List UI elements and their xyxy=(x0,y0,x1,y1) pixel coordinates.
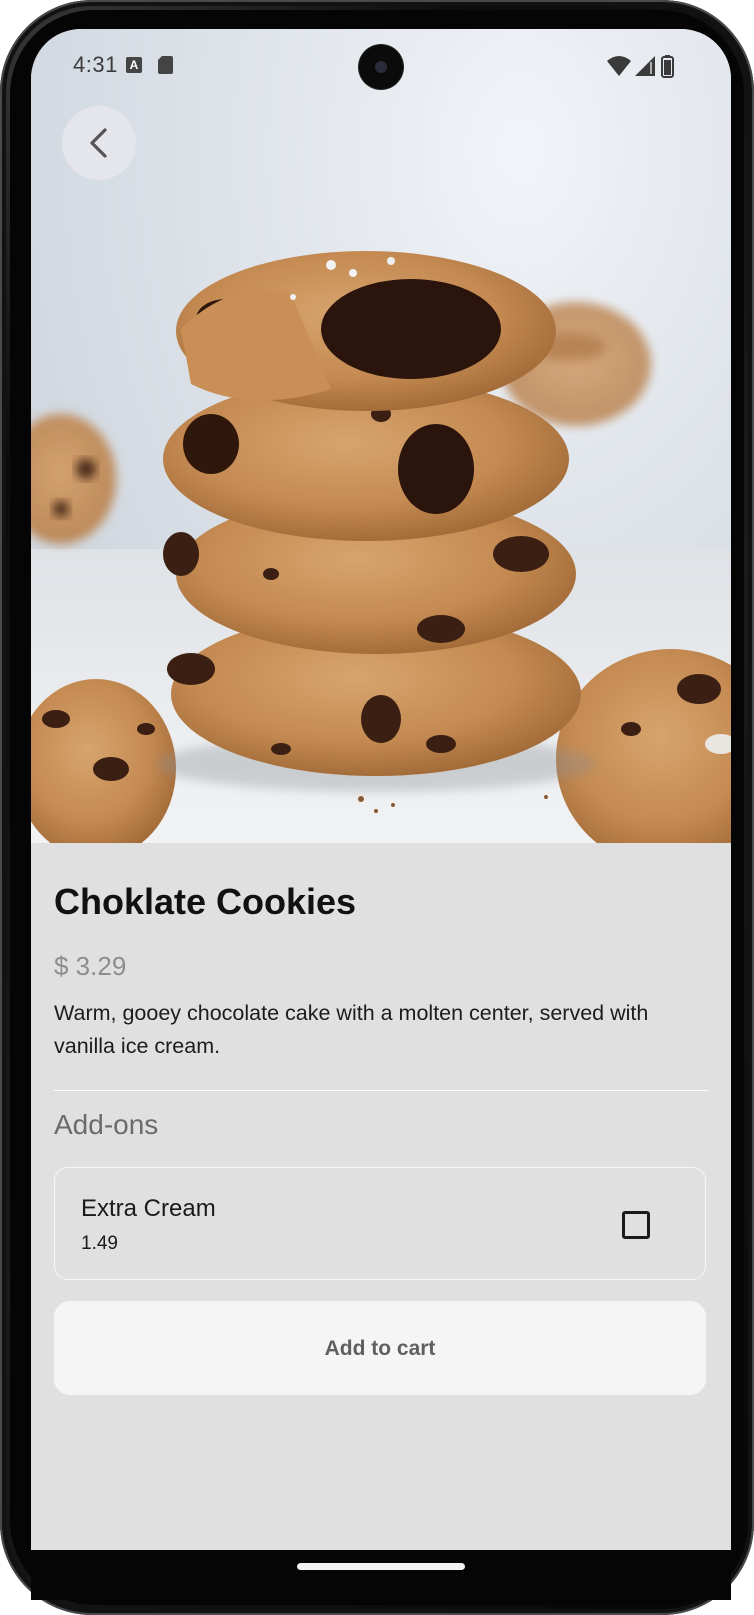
home-indicator[interactable] xyxy=(297,1563,465,1570)
addon-item-extra-cream[interactable]: Extra Cream 1.49 xyxy=(54,1167,706,1280)
product-title: Choklate Cookies xyxy=(54,881,357,922)
app-screen: 4:31 A Choklate Cookies $ 3.29 Warm, goo… xyxy=(31,29,731,1550)
section-divider xyxy=(54,1090,708,1091)
navigation-bar xyxy=(31,1550,731,1600)
status-bar: 4:31 A xyxy=(31,29,731,103)
a-letter-icon: A xyxy=(126,57,142,73)
product-price: $ 3.29 xyxy=(54,951,127,981)
addons-heading: Add-ons xyxy=(54,1109,159,1140)
product-description: Warm, gooey chocolate cake with a molten… xyxy=(54,1001,649,1058)
addon-price: 1.49 xyxy=(81,1233,118,1254)
chevron-left-icon xyxy=(90,128,107,158)
addon-name: Extra Cream xyxy=(81,1195,216,1222)
back-button[interactable] xyxy=(62,106,136,180)
product-hero-image xyxy=(31,29,731,843)
sd-card-icon xyxy=(158,56,173,74)
addon-checkbox[interactable] xyxy=(622,1211,650,1239)
add-to-cart-button[interactable]: Add to cart xyxy=(54,1301,706,1395)
status-time: 4:31 xyxy=(73,52,118,77)
cookie-stack-illustration xyxy=(31,251,731,843)
battery-icon xyxy=(661,55,674,78)
wifi-icon xyxy=(607,56,631,76)
system-status-icons xyxy=(607,55,674,78)
front-camera xyxy=(359,45,403,89)
cell-signal-icon xyxy=(635,56,655,76)
